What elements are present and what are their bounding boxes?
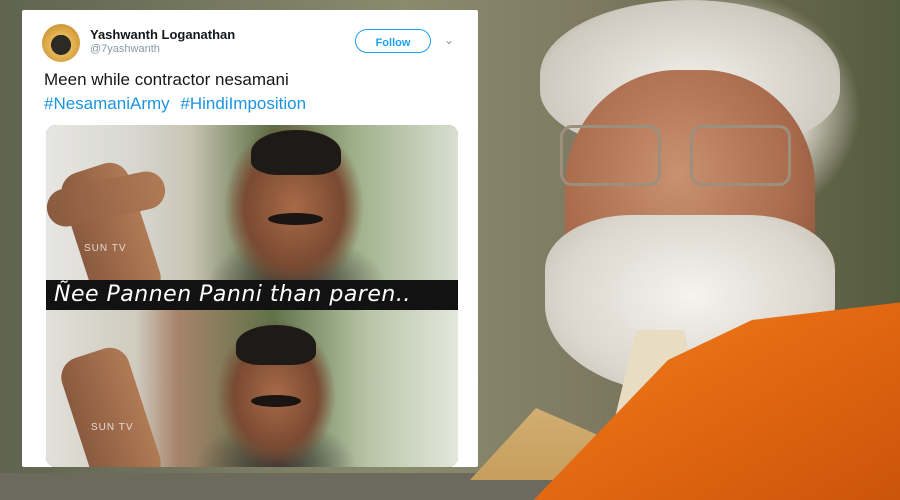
tweet-hashtags: #NesamaniArmy #HindiImposition xyxy=(44,94,312,114)
watermark: SUN TV xyxy=(91,422,134,433)
meme-panel-bottom: SUN TV xyxy=(46,310,458,467)
eyeglasses xyxy=(560,125,810,186)
chevron-down-icon[interactable]: ⌄ xyxy=(444,33,454,47)
follow-button[interactable]: Follow xyxy=(355,29,431,53)
meme-panel-top: SUN TV xyxy=(46,125,458,290)
user-handle[interactable]: @7yashwanth xyxy=(90,43,160,55)
mustache xyxy=(251,395,301,407)
hashtag-link[interactable]: #NesamaniArmy xyxy=(44,94,170,113)
meme-caption: Ñee Pannen Panni than paren.. xyxy=(54,282,411,307)
tweet-media-image[interactable]: SUN TV Ñee Pannen Panni than paren.. SUN… xyxy=(46,125,458,467)
user-avatar[interactable] xyxy=(42,24,80,62)
tweet-card: Yashwanth Loganathan @7yashwanth Follow … xyxy=(22,10,478,467)
actor-hair xyxy=(251,130,341,175)
arm xyxy=(56,342,166,467)
tweet-text: Meen while contractor nesamani xyxy=(44,70,289,89)
user-name[interactable]: Yashwanth Loganathan xyxy=(90,27,235,42)
hashtag-link[interactable]: #HindiImposition xyxy=(180,94,306,113)
mustache xyxy=(268,213,323,225)
watermark: SUN TV xyxy=(84,243,127,254)
actor-hair xyxy=(236,325,316,365)
